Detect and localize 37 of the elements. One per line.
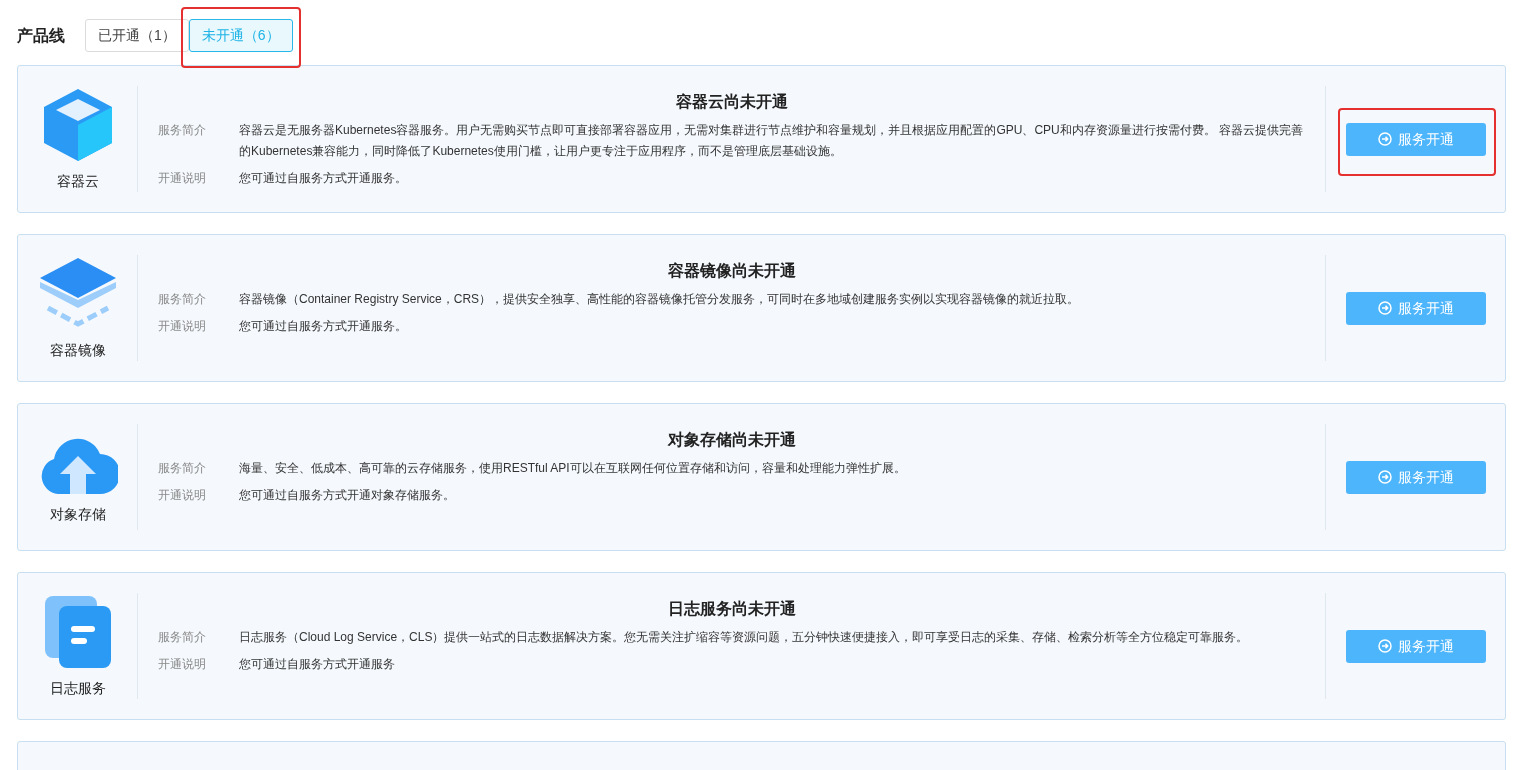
arrow-circle-icon (1377, 301, 1392, 315)
field-label: 开通说明 (158, 656, 207, 673)
product-name: 对象存储 (49, 504, 106, 524)
product-name: 日志服务 (49, 678, 106, 698)
activation-note: 您可通过自服务方式开通服务 (239, 656, 395, 673)
filter-tab[interactable]: 已开通（1） (85, 19, 189, 52)
service-description: 容器云是无服务器Kubernetes容器服务。用户无需购买节点即可直接部署容器应用，无需对集群进行节点维护和容量规划，并且根据应用配置的GPU、CPU和内存资源量进行按需付费。 容器云提供完善的Kubernetes兼容能力，同时降低了Kubernetes使用门槛，让用户更专注于应用程序，而不是管理底层基础设施。 (239, 122, 1305, 160)
activation-note: 您可通过自服务方式开通服务。 (239, 318, 407, 335)
activate-button[interactable]: 服务开通 (1345, 460, 1486, 494)
field-label: 服务简介 (158, 460, 207, 477)
arrow-circle-icon (1377, 639, 1392, 653)
service-description: 容器镜像（Container Registry Service，CRS），提供安全独享、高性能的容器镜像托管分发服务，可同时在多地域创建服务实例以实现容器镜像的就近拉取。 (239, 291, 1080, 308)
service-description: 海量、安全、低成本、高可靠的云存储服务，使用RESTful API可以在互联网任何位置存储和访问，容量和处理能力弹性扩展。 (239, 460, 906, 477)
field-label: 服务简介 (158, 291, 207, 308)
service-description: 日志服务（Cloud Log Service，CLS）提供一站式的日志数据解决方案。您无需关注扩缩容等资源问题，五分钟快速便捷接入，即可享受日志的采集、存储、检索分析等全方位稳定可靠服务。 (239, 629, 1249, 646)
product-name: 容器云 (56, 171, 99, 191)
document-icon (42, 593, 113, 670)
cube-icon (41, 86, 114, 163)
arrow-circle-icon (1377, 132, 1392, 146)
arrow-circle-icon (1377, 470, 1392, 484)
product-name: 容器镜像 (49, 340, 106, 360)
field-label: 开通说明 (158, 487, 207, 504)
field-label: 服务简介 (158, 629, 207, 646)
activation-note: 您可通过自服务方式开通服务。 (239, 170, 407, 187)
field-label: 服务简介 (158, 122, 207, 139)
activate-button[interactable]: 服务开通 (1345, 122, 1486, 156)
card-title: 日志服务尚未开通 (667, 599, 796, 619)
section-title: 产品线 (17, 25, 65, 46)
filter-tab[interactable]: 未开通（6） (188, 19, 293, 52)
field-label: 开通说明 (158, 170, 207, 187)
activate-button[interactable]: 服务开通 (1345, 629, 1486, 663)
activation-note: 您可通过自服务方式开通对象存储服务。 (239, 487, 455, 504)
field-label: 开通说明 (158, 318, 207, 335)
card-title: 对象存储尚未开通 (667, 430, 796, 450)
card-title: 容器镜像尚未开通 (667, 261, 796, 281)
card-title: 容器云尚未开通 (675, 92, 788, 112)
activate-button[interactable]: 服务开通 (1345, 291, 1486, 325)
